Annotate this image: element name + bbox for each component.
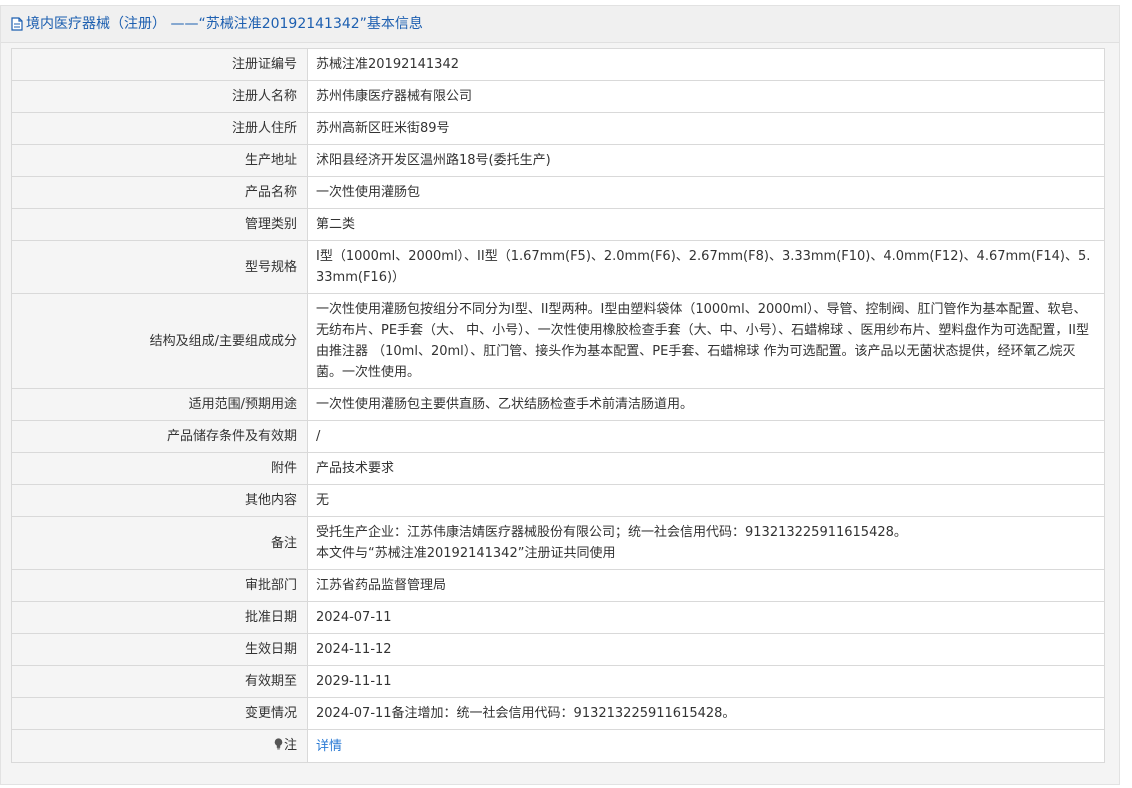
- row-value: 一次性使用灌肠包主要供直肠、乙状结肠检查手术前清洁肠道用。: [307, 388, 1105, 421]
- row-label: 有效期至: [11, 665, 308, 698]
- row-value: 2024-07-11: [307, 601, 1105, 634]
- table-row: 附件 产品技术要求: [11, 452, 1105, 485]
- table-row: 生产地址 沭阳县经济开发区温州路18号(委托生产): [11, 144, 1105, 177]
- row-label: 产品储存条件及有效期: [11, 420, 308, 453]
- row-label: 生效日期: [11, 633, 308, 666]
- lightbulb-icon: [274, 736, 283, 757]
- row-label: 注册证编号: [11, 48, 308, 81]
- remark-line-1: 受托生产企业：江苏伟康洁婧医疗器械股份有限公司；统一社会信用代码：9132132…: [316, 525, 907, 540]
- row-label: 生产地址: [11, 144, 308, 177]
- detail-table: 注册证编号 苏械注准20192141342 注册人名称 苏州伟康医疗器械有限公司…: [11, 48, 1105, 763]
- row-value: 一次性使用灌肠包按组分不同分为I型、II型两种。I型由塑料袋体（1000ml、2…: [307, 293, 1105, 389]
- table-row: 产品储存条件及有效期 /: [11, 420, 1105, 453]
- row-value: /: [307, 420, 1105, 453]
- row-label: 变更情况: [11, 697, 308, 730]
- table-row: 注册人住所 苏州高新区旺米街89号: [11, 112, 1105, 145]
- row-label: 其他内容: [11, 484, 308, 517]
- row-label: 产品名称: [11, 176, 308, 209]
- row-value: I型（1000ml、2000ml）、II型（1.67mm(F5)、2.0mm(F…: [307, 240, 1105, 294]
- row-label: 审批部门: [11, 569, 308, 602]
- row-label: 结构及组成/主要组成成分: [11, 293, 308, 389]
- row-label: 注册人名称: [11, 80, 308, 113]
- row-value: 受托生产企业：江苏伟康洁婧医疗器械股份有限公司；统一社会信用代码：9132132…: [307, 516, 1105, 570]
- document-icon: [11, 17, 23, 31]
- row-value: 第二类: [307, 208, 1105, 241]
- row-value: 2024-11-12: [307, 633, 1105, 666]
- note-label: 注: [283, 738, 297, 753]
- table-row: 变更情况 2024-07-11备注增加：统一社会信用代码：91321322591…: [11, 697, 1105, 730]
- row-label: 型号规格: [11, 240, 308, 294]
- table-row: 产品名称 一次性使用灌肠包: [11, 176, 1105, 209]
- table-row: 批准日期 2024-07-11: [11, 601, 1105, 634]
- table-row: 适用范围/预期用途 一次性使用灌肠包主要供直肠、乙状结肠检查手术前清洁肠道用。: [11, 388, 1105, 421]
- table-row: 有效期至 2029-11-11: [11, 665, 1105, 698]
- table-row: 生效日期 2024-11-12: [11, 633, 1105, 666]
- table-row: 其他内容 无: [11, 484, 1105, 517]
- panel-header: 境内医疗器械（注册） ——“苏械注准20192141342”基本信息: [1, 6, 1119, 43]
- row-value: 无: [307, 484, 1105, 517]
- row-value: 沭阳县经济开发区温州路18号(委托生产): [307, 144, 1105, 177]
- table-row: 型号规格 I型（1000ml、2000ml）、II型（1.67mm(F5)、2.…: [11, 240, 1105, 294]
- row-value: 苏州伟康医疗器械有限公司: [307, 80, 1105, 113]
- row-value: 苏州高新区旺米街89号: [307, 112, 1105, 145]
- note-value: 详情: [307, 729, 1105, 763]
- row-label: 批准日期: [11, 601, 308, 634]
- table-row: 注册证编号 苏械注准20192141342: [11, 48, 1105, 81]
- table-row: 管理类别 第二类: [11, 208, 1105, 241]
- table-row: 结构及组成/主要组成成分 一次性使用灌肠包按组分不同分为I型、II型两种。I型由…: [11, 293, 1105, 389]
- row-label: 管理类别: [11, 208, 308, 241]
- row-value: 一次性使用灌肠包: [307, 176, 1105, 209]
- note-row: 注 详情: [11, 729, 1105, 763]
- details-link[interactable]: 详情: [316, 739, 342, 754]
- table-row: 审批部门 江苏省药品监督管理局: [11, 569, 1105, 602]
- row-label: 注册人住所: [11, 112, 308, 145]
- table-row: 注册人名称 苏州伟康医疗器械有限公司: [11, 80, 1105, 113]
- row-label: 适用范围/预期用途: [11, 388, 308, 421]
- remark-line-2: 本文件与“苏械注准20192141342”注册证共同使用: [316, 546, 616, 561]
- row-value: 2024-07-11备注增加：统一社会信用代码：9132132259116154…: [307, 697, 1105, 730]
- note-label-cell: 注: [11, 729, 308, 763]
- row-value: 苏械注准20192141342: [307, 48, 1105, 81]
- page-title: 境内医疗器械（注册） ——“苏械注准20192141342”基本信息: [26, 16, 423, 32]
- row-label: 备注: [11, 516, 308, 570]
- row-value: 产品技术要求: [307, 452, 1105, 485]
- row-value: 2029-11-11: [307, 665, 1105, 698]
- table-row: 备注 受托生产企业：江苏伟康洁婧医疗器械股份有限公司；统一社会信用代码：9132…: [11, 516, 1105, 570]
- row-label: 附件: [11, 452, 308, 485]
- row-value: 江苏省药品监督管理局: [307, 569, 1105, 602]
